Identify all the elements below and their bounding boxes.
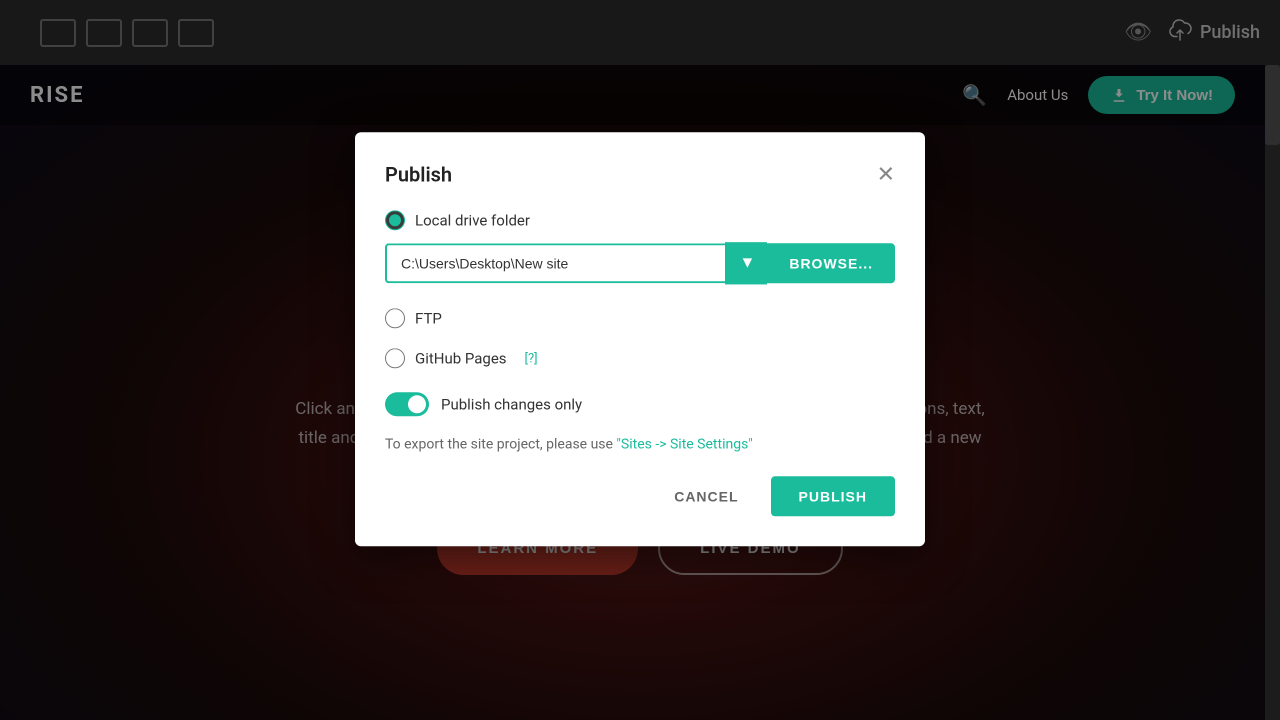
ftp-label[interactable]: FTP [415, 309, 442, 327]
github-pages-option[interactable]: GitHub Pages [?] [385, 348, 895, 368]
github-pages-label[interactable]: GitHub Pages [415, 349, 507, 367]
publish-changes-toggle[interactable] [385, 392, 429, 416]
modal-title: Publish [385, 162, 452, 186]
publish-options: Local drive folder ▼ BROWSE... FTP GitHu… [385, 210, 895, 368]
ftp-option[interactable]: FTP [385, 308, 895, 328]
browse-button[interactable]: BROWSE... [767, 243, 895, 283]
modal-header: Publish ✕ [385, 162, 895, 186]
local-drive-label[interactable]: Local drive folder [415, 211, 530, 229]
chevron-down-icon: ▼ [739, 254, 755, 272]
path-input-field[interactable] [385, 243, 725, 283]
publish-button[interactable]: PUBLISH [771, 476, 895, 516]
toggle-label: Publish changes only [441, 395, 582, 413]
modal-footer: CANCEL PUBLISH [385, 476, 895, 516]
publish-modal: Publish ✕ Local drive folder ▼ BROWSE...… [355, 132, 925, 546]
local-drive-section: Local drive folder ▼ BROWSE... [385, 210, 895, 284]
ftp-radio[interactable] [385, 308, 405, 328]
site-settings-link[interactable]: "Sites -> Site Settings" [616, 436, 752, 452]
modal-close-button[interactable]: ✕ [877, 163, 895, 185]
local-drive-option[interactable]: Local drive folder [385, 210, 895, 230]
github-pages-radio[interactable] [385, 348, 405, 368]
cancel-button[interactable]: CANCEL [658, 478, 754, 514]
toggle-slider [385, 392, 429, 416]
github-help-link[interactable]: [?] [525, 351, 538, 366]
export-note: To export the site project, please use "… [385, 436, 895, 452]
local-drive-radio[interactable] [385, 210, 405, 230]
toggle-row: Publish changes only [385, 392, 895, 416]
path-dropdown-button[interactable]: ▼ [725, 242, 767, 284]
path-input-row: ▼ BROWSE... [385, 242, 895, 284]
